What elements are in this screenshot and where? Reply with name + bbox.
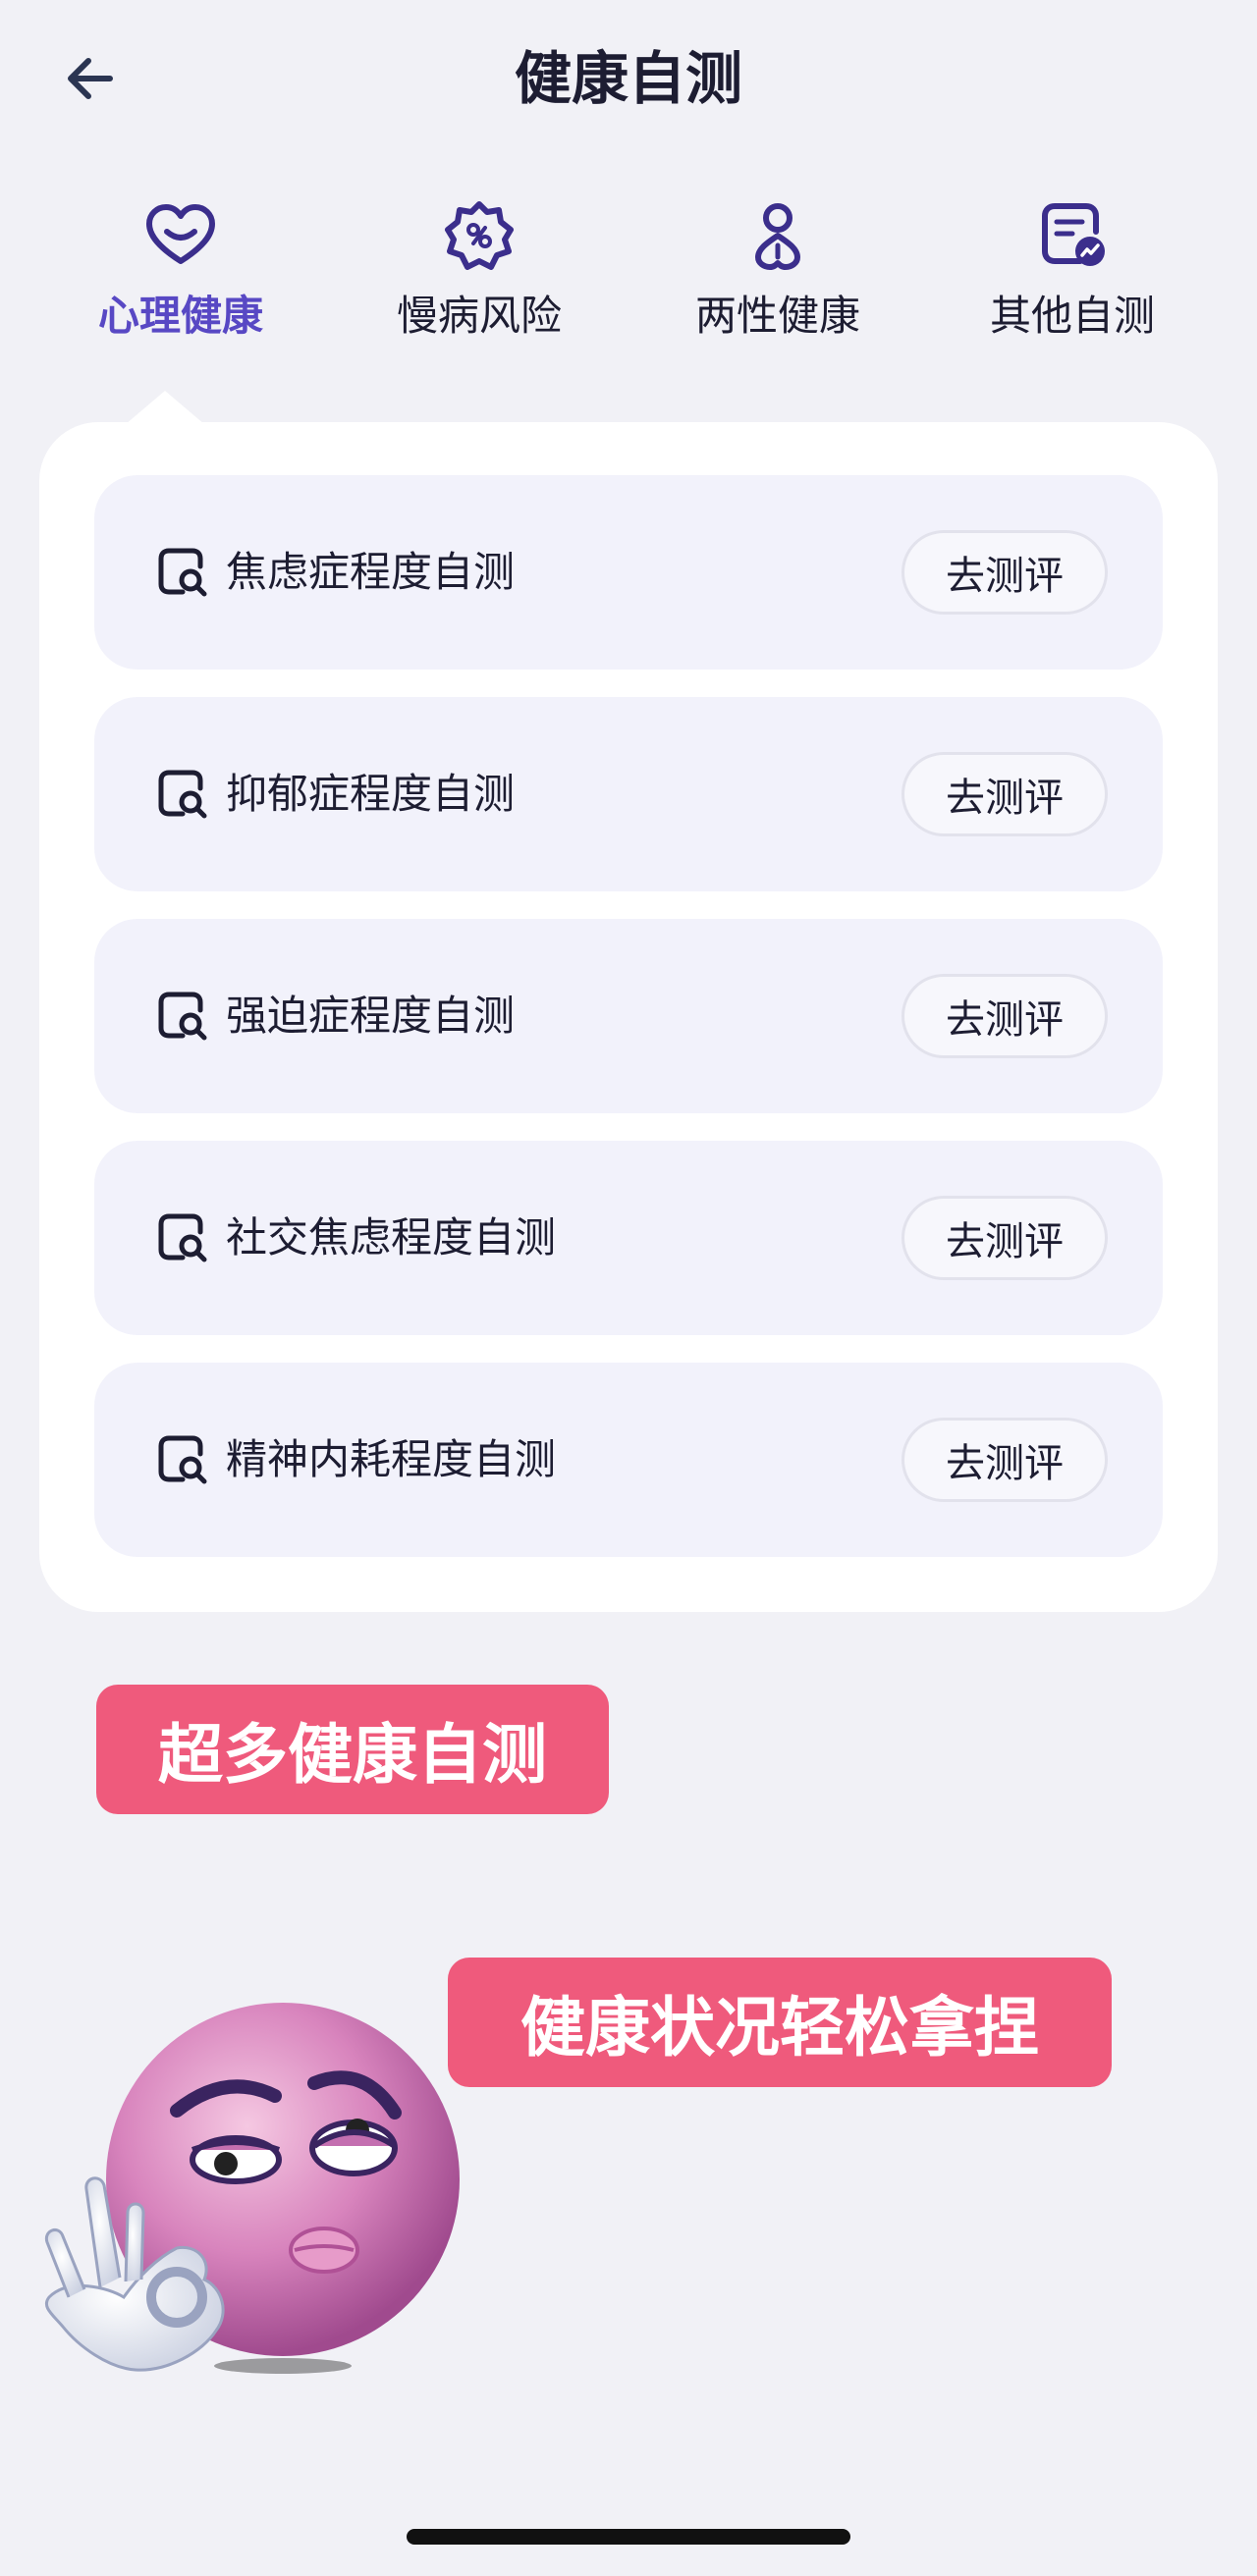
- start-test-button[interactable]: 去测评: [902, 1196, 1108, 1280]
- start-test-button[interactable]: 去测评: [902, 1418, 1108, 1502]
- page-title: 健康自测: [514, 45, 742, 112]
- emoji-ok-hand-icon: [44, 2003, 460, 2374]
- document-search-icon: [158, 548, 207, 597]
- test-name: 抑郁症程度自测: [226, 770, 516, 818]
- promo-tag: 超多健康自测: [96, 1685, 609, 1814]
- test-list-card: 焦虑症程度自测 去测评 抑郁症程度自测 去测评 强迫症程度自测 去测评 社交焦虑…: [39, 422, 1218, 1612]
- tab-label: 心理健康: [97, 292, 263, 340]
- home-indicator[interactable]: [407, 2529, 850, 2545]
- tab-label: 慢病风险: [396, 292, 562, 340]
- document-search-icon: [158, 992, 207, 1041]
- tab-label: 其他自测: [989, 292, 1155, 340]
- tab-chronic-risk[interactable]: 慢病风险: [332, 196, 627, 373]
- start-test-button[interactable]: 去测评: [902, 530, 1108, 615]
- header: 健康自测: [0, 0, 1257, 157]
- document-search-icon: [158, 1435, 207, 1484]
- tab-label: 两性健康: [694, 292, 860, 340]
- test-name: 焦虑症程度自测: [226, 548, 516, 596]
- tab-other-tests[interactable]: 其他自测: [925, 196, 1220, 373]
- tab-mental-health[interactable]: 心理健康: [33, 196, 328, 373]
- page: 健康自测 心理健康 慢病风险 两性健康 其他自测 焦虑症程度自测 去测评 抑郁症…: [0, 0, 1257, 2576]
- gender-icon: [755, 203, 800, 270]
- start-test-button[interactable]: 去测评: [902, 752, 1108, 836]
- test-row[interactable]: 社交焦虑程度自测 去测评: [94, 1141, 1163, 1335]
- test-row[interactable]: 抑郁症程度自测 去测评: [94, 697, 1163, 891]
- test-name: 社交焦虑程度自测: [226, 1213, 557, 1261]
- test-row[interactable]: 焦虑症程度自测 去测评: [94, 475, 1163, 670]
- test-row[interactable]: 强迫症程度自测 去测评: [94, 919, 1163, 1113]
- document-chart-icon: [1042, 203, 1105, 266]
- virus-icon: [445, 201, 514, 270]
- test-row[interactable]: 精神内耗程度自测 去测评: [94, 1363, 1163, 1557]
- start-test-button[interactable]: 去测评: [902, 974, 1108, 1058]
- document-search-icon: [158, 1213, 207, 1262]
- heart-icon: [146, 204, 215, 264]
- test-name: 强迫症程度自测: [226, 992, 516, 1040]
- active-tab-pointer: [126, 391, 204, 424]
- tab-sexual-health[interactable]: 两性健康: [630, 196, 925, 373]
- document-search-icon: [158, 770, 207, 819]
- test-name: 精神内耗程度自测: [226, 1435, 557, 1483]
- promo-tag: 健康状况轻松拿捏: [448, 1958, 1112, 2087]
- category-tabs: 心理健康 慢病风险 两性健康 其他自测: [0, 196, 1257, 373]
